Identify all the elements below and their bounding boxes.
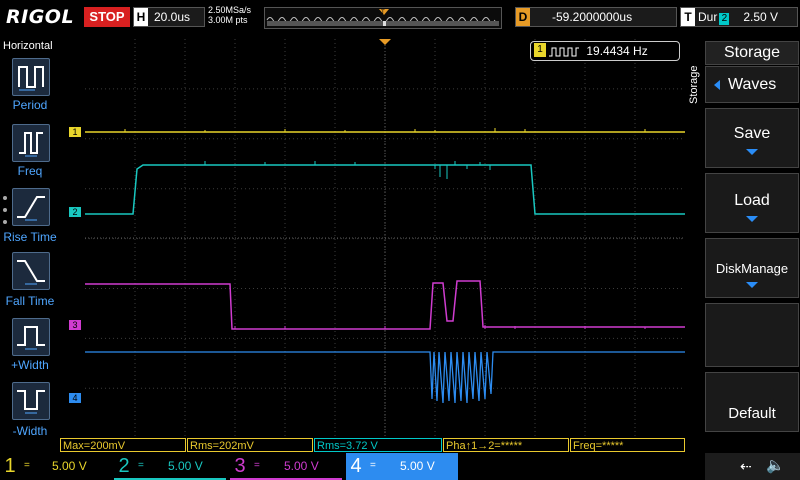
fall-time-label: Fall Time [5, 294, 55, 308]
trigger-time-marker [379, 39, 391, 45]
waves-menu-item[interactable]: Waves [705, 66, 799, 103]
measurement-freq[interactable]: Freq=***** [570, 438, 685, 452]
trigger-key: T [681, 8, 695, 26]
disk-manage-button[interactable]: DiskManage [705, 238, 799, 298]
freq-icon [19, 132, 43, 157]
ch1-scale: 5.00 V [52, 459, 87, 473]
trigger-level: 2.50 V [743, 10, 779, 24]
load-button[interactable]: Load [705, 173, 799, 233]
ch3-number: 3 [234, 455, 246, 477]
empty-menu-slot [705, 303, 799, 367]
default-button[interactable]: Default [705, 372, 799, 432]
ch3-coupling: = [254, 460, 260, 471]
ch1-coupling: = [24, 460, 30, 471]
load-label: Load [734, 192, 770, 209]
freq-label: Freq [17, 164, 43, 178]
timebase-value: 20.0us [154, 10, 191, 24]
trigger-display[interactable]: T Dur 2 2.50 V [680, 7, 798, 27]
measurement-phase[interactable]: Pha↑1→2=***** [443, 438, 569, 452]
ch2-glitches [204, 161, 491, 179]
caret-down-icon [746, 216, 758, 222]
period-label: Period [12, 98, 48, 112]
usb-icon: ⇠ [740, 458, 752, 474]
rise-time-measure-button[interactable] [12, 188, 50, 226]
memory-depth: 3.00M pts [208, 15, 248, 25]
sample-rate: 2.50MSa/s [208, 5, 252, 15]
measurement-rms-ch1[interactable]: Rms=202mV [187, 438, 313, 452]
trigger-position-label: T [381, 10, 385, 16]
fall-time-icon [17, 260, 45, 285]
acquisition-info: 2.50MSa/s 3.00M pts [208, 5, 251, 25]
fall-time-measure-button[interactable] [12, 252, 50, 290]
ch2-scale: 5.00 V [168, 459, 203, 473]
ch4-coupling: = [370, 460, 376, 471]
memory-overview-bar: T [264, 7, 502, 29]
waveform-overview: T [266, 9, 499, 26]
rise-time-label: Rise Time [3, 230, 57, 244]
speaker-muted-icon[interactable]: 🔈 [766, 456, 785, 474]
ch4-scale: 5.00 V [400, 459, 435, 473]
caret-down-icon [746, 149, 758, 155]
caret-left-icon [714, 79, 720, 90]
ch4-number: 4 [350, 455, 362, 477]
negative-width-measure-button[interactable] [12, 382, 50, 420]
counter-value: 19.4434 Hz [586, 44, 648, 58]
timebase-display[interactable]: H 20.0us [133, 7, 205, 27]
delay-display[interactable]: D -59.2000000us [515, 7, 677, 27]
freq-measure-button[interactable] [12, 124, 50, 162]
menu-page-dots [3, 196, 7, 232]
trigger-type: Dur [698, 10, 718, 24]
rise-time-icon [17, 196, 45, 221]
measurement-max[interactable]: Max=200mV [60, 438, 186, 452]
ch3-offset-marker[interactable]: 3 [69, 320, 81, 330]
default-label: Default [728, 405, 776, 422]
measurement-rms-ch2[interactable]: Rms=3.72 V [314, 438, 442, 452]
ch1-offset-marker[interactable]: 1 [69, 127, 81, 137]
ch2-coupling: = [138, 460, 144, 471]
ch1-status[interactable]: 1 = 5.00 V [0, 453, 112, 480]
brand-logo: RIGOL [6, 6, 75, 28]
positive-width-measure-button[interactable] [12, 318, 50, 356]
save-button[interactable]: Save [705, 108, 799, 168]
ch4-offset-marker[interactable]: 4 [69, 393, 81, 403]
ch2-number: 2 [118, 455, 130, 477]
positive-width-label: +Width [11, 358, 49, 372]
trigger-source-badge: 2 [719, 13, 730, 25]
ch2-status[interactable]: 2 = 5.00 V [114, 453, 226, 480]
period-measure-button[interactable] [12, 58, 50, 96]
ch4-status[interactable]: 4 = 5.00 V [346, 453, 458, 480]
period-icon [18, 66, 44, 91]
measure-menu-title: Horizontal [3, 40, 53, 52]
storage-menu-title: Storage [705, 41, 799, 65]
waveform-display[interactable] [85, 39, 685, 438]
negative-width-icon [17, 390, 45, 414]
negative-width-label: -Width [12, 424, 48, 438]
system-tray [705, 453, 800, 480]
ch2-offset-marker[interactable]: 2 [69, 207, 81, 217]
run-stop-indicator[interactable]: STOP [84, 7, 130, 27]
counter-channel-badge: 1 [534, 43, 546, 57]
ch1-number: 1 [4, 455, 16, 477]
disk-manage-label: DiskManage [715, 261, 789, 276]
ch3-scale: 5.00 V [284, 459, 319, 473]
ch3-status[interactable]: 3 = 5.00 V [230, 453, 342, 480]
waveform-canvas [85, 39, 685, 438]
delay-value: -59.2000000us [552, 10, 633, 24]
waves-label: Waves [728, 76, 777, 93]
timebase-key: H [134, 8, 148, 26]
square-wave-icon [549, 47, 579, 57]
save-label: Save [733, 125, 771, 142]
caret-down-icon [746, 282, 758, 288]
storage-side-label: Storage [688, 65, 700, 104]
frequency-counter: 1 19.4434 Hz [530, 41, 680, 61]
delay-key: D [516, 8, 530, 26]
positive-width-icon [17, 326, 45, 350]
